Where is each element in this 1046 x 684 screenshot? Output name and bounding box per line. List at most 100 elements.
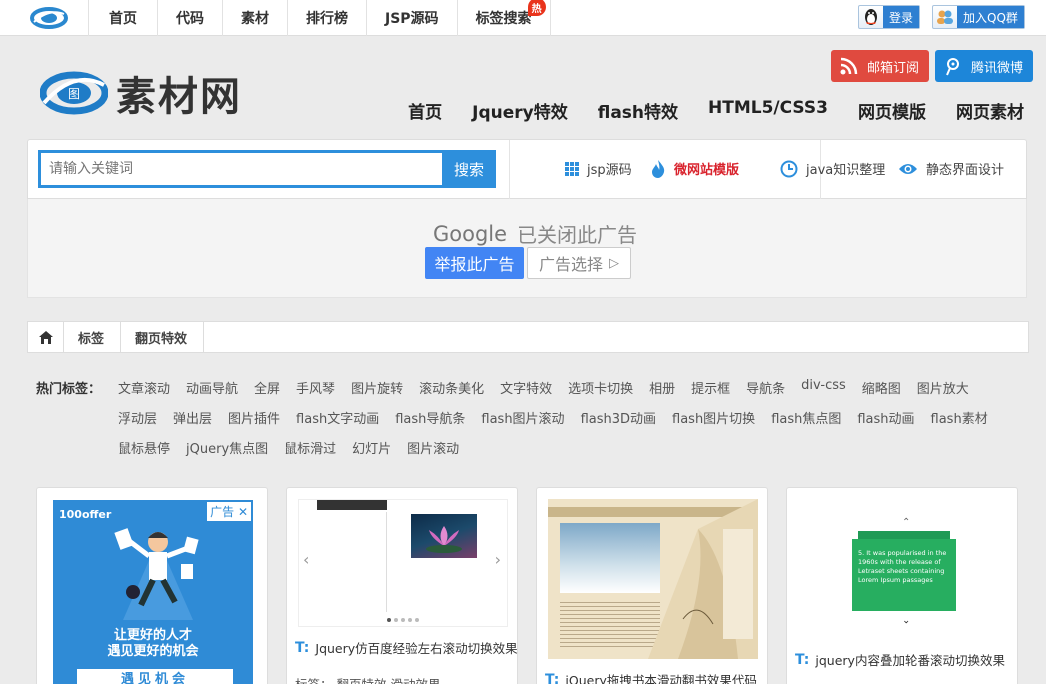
brand-name: 素材网 — [116, 73, 242, 120]
ad-cta-button[interactable]: 遇见机会 — [77, 669, 233, 684]
google-logo: Google — [433, 221, 508, 246]
tag-link[interactable]: flash动画 — [857, 408, 914, 427]
ad-slogan: 让更好的人才 遇见更好的机会 — [53, 628, 253, 660]
site-logo-small-icon[interactable] — [30, 6, 68, 30]
tag-link[interactable]: 图片滚动 — [407, 438, 459, 457]
card-grid: 100offer 广告 ✕ 让更好的人才 遇见更好的机会 遇见机会 ‹ › T:… — [36, 487, 1026, 684]
tag-link[interactable]: 选项卡切换 — [568, 378, 633, 397]
slider-dots — [387, 618, 419, 622]
tag-link[interactable]: 文字特效 — [500, 378, 552, 397]
quick-link-java[interactable]: java知识整理 — [780, 159, 885, 178]
search-input[interactable] — [38, 150, 444, 188]
tag-link[interactable]: 相册 — [649, 378, 675, 397]
top-nav-home[interactable]: 首页 — [88, 0, 157, 36]
effect-card[interactable]: T: jQuery拖拽书本滑动翻书效果代码 — [536, 487, 768, 684]
main-nav-home[interactable]: 首页 — [408, 98, 442, 123]
main-nav-flash[interactable]: flash特效 — [598, 98, 678, 123]
effect-card-title[interactable]: T: Jquery仿百度经验左右滚动切换效果 — [295, 638, 518, 657]
close-icon[interactable]: ✕ — [238, 505, 248, 519]
tag-link[interactable]: jQuery焦点图 — [186, 438, 268, 457]
thumb-lotus-image — [411, 514, 477, 558]
tag-link[interactable]: flash图片滚动 — [481, 408, 564, 427]
chevron-down-icon[interactable]: ⌃ — [902, 613, 910, 624]
flame-icon — [650, 159, 666, 178]
brand-logo-mark: 图 — [68, 87, 80, 101]
breadcrumb-current: 翻页特效 — [121, 322, 205, 352]
tag-link[interactable]: 鼠标滑过 — [284, 438, 336, 457]
tag-link[interactable]: 浮动层 — [118, 408, 157, 427]
effect-card-thumbnail: ⌃ 5. It was popularised in the 1960s wit… — [798, 499, 1008, 639]
ad-choices-label: 广告选择 — [538, 255, 603, 274]
grid-icon — [565, 161, 579, 176]
email-subscribe-button[interactable]: 邮箱订阅 — [831, 50, 930, 82]
tag-link[interactable]: flash导航条 — [395, 408, 465, 427]
chevron-left-icon[interactable]: ‹ — [303, 550, 309, 569]
main-nav-templates[interactable]: 网页模版 — [858, 98, 926, 123]
tag-link[interactable]: div-css — [801, 378, 846, 397]
group-icon — [933, 6, 957, 28]
ad-badge: 广告 ✕ — [207, 502, 251, 521]
tag-link[interactable]: 文章滚动 — [118, 378, 170, 397]
tencent-weibo-label: 腾讯微博 — [971, 60, 1024, 76]
top-nav-material[interactable]: 素材 — [222, 0, 287, 36]
quick-link-micro-site-label: 微网站模版 — [674, 163, 740, 178]
tag-link[interactable]: 手风琴 — [296, 378, 335, 397]
top-nav-tag-search[interactable]: 标签搜索 热 — [456, 0, 551, 36]
eye-icon — [898, 162, 918, 176]
tag-link[interactable]: 弹出层 — [173, 408, 212, 427]
home-icon[interactable] — [28, 322, 64, 352]
tag-link[interactable]: 导航条 — [746, 378, 785, 397]
chevron-right-icon[interactable]: › — [495, 550, 501, 569]
tag-link[interactable]: 缩略图 — [862, 378, 901, 397]
tag-link[interactable]: 图片旋转 — [351, 378, 403, 397]
hot-badge: 热 — [527, 0, 546, 16]
effect-card-tags: 标签： 翻页特效 滑动效果 — [295, 674, 440, 684]
tag-link[interactable]: 全屏 — [254, 378, 280, 397]
top-nav-ranking[interactable]: 排行榜 — [287, 0, 366, 36]
top-nav-code[interactable]: 代码 — [157, 0, 222, 36]
effect-card-thumbnail — [548, 499, 758, 659]
quick-link-static-ui[interactable]: 静态界面设计 — [898, 159, 1004, 178]
email-subscribe-label: 邮箱订阅 — [867, 60, 920, 76]
tag-link[interactable]: flash3D动画 — [581, 408, 656, 427]
title-icon: T: — [295, 639, 310, 656]
ad-card[interactable]: 100offer 广告 ✕ 让更好的人才 遇见更好的机会 遇见机会 — [36, 487, 268, 684]
tag-link[interactable]: 动画导航 — [186, 378, 238, 397]
search-panel: 搜索 jsp源码 微网站模版 java知识整理 静态界面设计 — [27, 139, 1027, 200]
tag-link[interactable]: flash焦点图 — [771, 408, 841, 427]
hot-tags-row-2: 浮动层 弹出层 图片插件 flash文字动画 flash导航条 flash图片滚… — [118, 408, 1004, 427]
tag-link[interactable]: 图片插件 — [228, 408, 280, 427]
quick-link-jsp[interactable]: jsp源码 — [565, 159, 632, 178]
ad-badge-label: 广告 — [210, 505, 235, 519]
hot-tags-row-3: 鼠标悬停 jQuery焦点图 鼠标滑过 幻灯片 图片滚动 — [118, 438, 475, 457]
tag-link[interactable]: flash图片切换 — [672, 408, 755, 427]
tag-link[interactable]: 提示框 — [691, 378, 730, 397]
effect-card-title[interactable]: T: jQuery拖拽书本滑动翻书效果代码 — [545, 670, 757, 684]
search-button[interactable]: 搜索 — [442, 150, 496, 188]
tencent-weibo-button[interactable]: 腾讯微博 — [935, 50, 1034, 82]
tag-link[interactable]: 幻灯片 — [352, 438, 391, 457]
login-button[interactable]: 登录 — [858, 5, 921, 29]
main-nav-materials[interactable]: 网页素材 — [956, 98, 1024, 123]
main-nav-jquery[interactable]: Jquery特效 — [472, 98, 568, 123]
tag-link[interactable]: 滚动条美化 — [419, 378, 484, 397]
report-ad-button[interactable]: 举报此广告 — [425, 247, 524, 279]
effect-card-title-text: jQuery拖拽书本滑动翻书效果代码 — [565, 673, 757, 684]
join-qq-group-button[interactable]: 加入QQ群 — [932, 5, 1025, 29]
breadcrumb-tags[interactable]: 标签 — [64, 322, 122, 352]
brand-logo[interactable]: 图 素材网 — [40, 64, 242, 122]
effect-card[interactable]: ‹ › T: Jquery仿百度经验左右滚动切换效果 标签： 翻页特效 滑动效果 — [286, 487, 518, 684]
main-nav-html5[interactable]: HTML5/CSS3 — [708, 98, 828, 123]
tag-link[interactable]: flash文字动画 — [296, 408, 379, 427]
quick-link-micro-site[interactable]: 微网站模版 — [650, 159, 739, 178]
chevron-up-icon[interactable]: ⌃ — [902, 517, 910, 528]
effect-card-title-text: jquery内容叠加轮番滚动切换效果 — [815, 653, 1005, 668]
tag-link[interactable]: 图片放大 — [917, 378, 969, 397]
top-nav-jsp[interactable]: JSP源码 — [366, 0, 457, 36]
effect-card[interactable]: ⌃ 5. It was popularised in the 1960s wit… — [786, 487, 1018, 684]
effect-card-title[interactable]: T: jquery内容叠加轮番滚动切换效果 — [795, 650, 1005, 669]
ad-choices-button[interactable]: 广告选择 ▷ — [527, 247, 631, 279]
tag-link[interactable]: flash素材 — [931, 408, 988, 427]
top-nav-tag-search-label: 标签搜索 — [475, 11, 532, 27]
tag-link[interactable]: 鼠标悬停 — [118, 438, 170, 457]
